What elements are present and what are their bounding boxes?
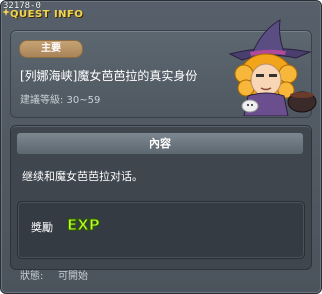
exp-icon: EXP <box>67 216 101 234</box>
witch-npc-icon <box>228 19 317 116</box>
recommended-level: 建議等級: 30~59 <box>20 95 101 106</box>
window-title: QUEST INFO <box>10 9 84 20</box>
status-value: 可開始 <box>58 271 88 282</box>
quest-name: [列娜海峡]魔女芭芭拉的真实身份 <box>20 69 198 83</box>
status-label: 狀態: <box>20 271 44 282</box>
content-header: 內容 <box>17 133 303 154</box>
quest-description: 继续和魔女芭芭拉对话。 <box>22 170 143 183</box>
exp-icon-text: EXP <box>67 216 100 233</box>
category-badge: 主要 <box>19 40 83 58</box>
title-star-icon <box>2 8 10 16</box>
reward-box <box>17 201 305 259</box>
reward-label: 獎勵 <box>31 221 53 234</box>
